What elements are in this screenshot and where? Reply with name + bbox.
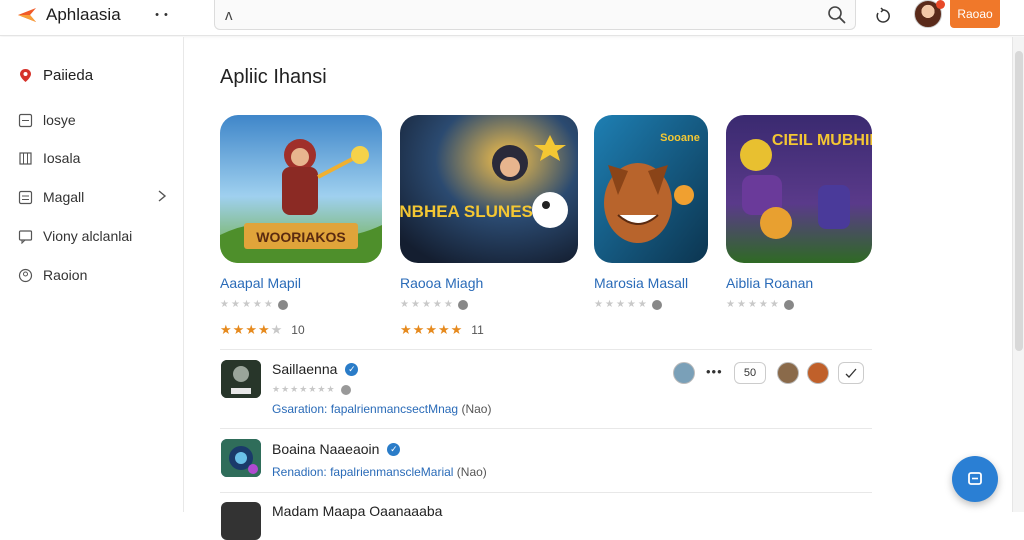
card-art-text: CIEIL MUBHIE [772,132,872,149]
row-title[interactable]: Saillaenna ✓ [272,361,359,377]
app-card[interactable]: WOORIAKOS Aaapal Mapil ★ ★ ★ ★ ★ ★ ★ ★ ★ ★ 10 [220,115,382,337]
row-check-button[interactable] [838,362,864,384]
sidebar-item-viony[interactable]: Viony alclanlai [18,225,168,247]
contributor-avatar[interactable] [807,362,829,384]
rating: ★ ★ ★ ★ ★ 10 [220,322,305,337]
star-placeholder-row: ★ ★ ★ ★ ★ [400,299,468,310]
verified-icon: ✓ [387,442,401,456]
row-stars: ★ ★ ★ ★ ★ ★ ★ [272,384,351,395]
location-pin-icon [20,68,31,82]
chat-icon [18,229,33,244]
check-icon [845,368,857,378]
sidebar-item-magall[interactable]: Magall [18,186,168,208]
row-thumbnail[interactable] [221,360,261,398]
app-title[interactable]: Aaapal Mapil [220,275,301,291]
user-circle-icon [18,268,33,282]
app-title[interactable]: Raooa Miagh [400,275,483,291]
star-placeholder-row: ★ ★ ★ ★ ★ [726,299,794,310]
app-card[interactable]: CIEIL MUBHIE Aiblia Roanan ★ ★ ★ ★ ★ [726,115,872,310]
app-thumbnail[interactable]: UNBHEA SLUNES [400,115,578,263]
app-thumbnail[interactable]: CIEIL MUBHIE [726,115,872,263]
contributor-avatar[interactable] [777,362,799,384]
sidebar-item-losye[interactable]: losye [18,109,168,131]
brand-logo-icon [18,8,36,22]
app-card[interactable]: UNBHEA SLUNES Raooa Miagh ★ ★ ★ ★ ★ ★ ★ ★ ★ ★ 11 [400,115,578,337]
row-meta-note: (Nao) [456,465,487,479]
row-meta-label: Renadion: [272,465,327,479]
contributor-avatar[interactable] [673,362,695,384]
sidebar-item-label: Paiieda [43,66,94,84]
sidebar-item-label: Viony alclanlai [43,228,133,244]
sidebar: Paiieda losye Iosala Magall Viony alclan… [0,37,184,512]
rating-count: 10 [291,323,305,337]
chat-fab-button[interactable] [952,456,998,502]
bookmark-icon [19,151,32,165]
row-title-text: Saillaenna [272,361,338,377]
message-icon [968,472,982,485]
search-input[interactable] [225,4,805,26]
divider [220,349,872,350]
count-pill[interactable]: 50 [734,362,766,384]
grid-icon [18,190,33,204]
primary-action-button[interactable]: Raoao [950,0,1000,28]
sidebar-item-label: Raoion [43,267,88,283]
divider [220,492,872,493]
scrollbar-thumb[interactable] [1015,51,1023,351]
row-title[interactable]: Boaina Naaeaoin ✓ [272,441,401,457]
card-art-text: WOORIAKOS [256,229,345,245]
sidebar-item-raoion[interactable]: Raoion [18,264,168,286]
app-thumbnail[interactable]: WOORIAKOS [220,115,382,263]
row-thumbnail[interactable] [221,502,261,540]
row-title-text: Madam Maapa Oaanaaaba [272,503,443,519]
row-title[interactable]: Madam Maapa Oaanaaaba [272,503,442,519]
more-options-icon[interactable]: ••• [706,364,723,379]
scrollbar[interactable] [1012,37,1024,512]
row-meta-label: Gsaration: [272,402,328,416]
sidebar-item-iosala[interactable]: Iosala [18,147,168,169]
more-menu-button[interactable]: • • [146,4,178,26]
rating: ★ ★ ★ ★ ★ 11 [400,322,484,337]
notification-badge [936,0,945,9]
row-thumbnail[interactable] [221,439,261,477]
search-bar[interactable] [214,0,856,30]
square-icon [18,113,33,127]
chevron-right-icon[interactable] [156,189,168,203]
search-icon[interactable] [827,5,847,25]
app-title[interactable]: Marosia Masall [594,275,688,291]
section-title: Apliic Ihansi [220,66,327,88]
row-meta: Renadion: fapalrienmanscleMarial (Nao) [272,465,487,479]
card-art-text: Sooane [660,132,700,144]
row-meta-link[interactable]: fapalrienmanscleMarial [330,465,453,479]
rating-count: 11 [471,323,484,337]
row-meta-note: (Nao) [461,402,492,416]
app-title[interactable]: Aiblia Roanan [726,275,813,291]
row-meta-link[interactable]: fapalrienmancsectMnag [331,402,458,416]
star-placeholder-row: ★ ★ ★ ★ ★ [220,299,288,310]
star-placeholder-row: ★ ★ ★ ★ ★ [594,299,662,310]
card-art-text: UNBHEA SLUNES [400,202,533,221]
top-bar: Aphlaasia • • Raoao [0,0,1024,36]
refresh-icon[interactable] [872,5,894,27]
sidebar-item-label: Iosala [43,150,81,166]
app-card[interactable]: Sooane Marosia Masall ★ ★ ★ ★ ★ [594,115,708,310]
divider [220,428,872,429]
sidebar-item-label: losye [43,112,76,128]
brand[interactable]: Aphlaasia [16,4,121,26]
row-meta: Gsaration: fapalrienmancsectMnag (Nao) [272,402,491,416]
verified-icon: ✓ [345,362,359,376]
sidebar-item-paiieda[interactable]: Paiieda [18,64,168,86]
app-thumbnail[interactable]: Sooane [594,115,708,263]
row-title-text: Boaina Naaeaoin [272,441,380,457]
sidebar-item-label: Magall [43,189,85,205]
app-name: Aphlaasia [46,5,121,24]
